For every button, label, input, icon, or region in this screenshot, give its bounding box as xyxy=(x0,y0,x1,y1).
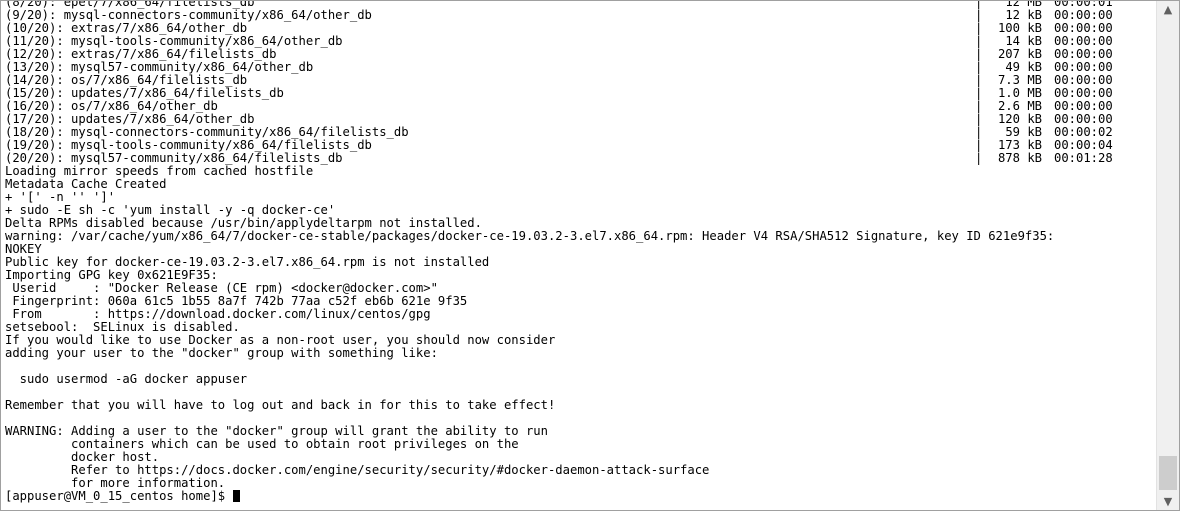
output-line: containers which can be used to obtain r… xyxy=(5,437,519,451)
chevron-down-icon: ▼ xyxy=(1163,495,1173,508)
output-line: Loading mirror speeds from cached hostfi… xyxy=(5,164,314,178)
terminal-output[interactable]: (8/20): epel/7/x86_64/filelists_db | 12 MB… xyxy=(5,1,1155,510)
prompt-line[interactable]: [appuser@VM_0_15_centos home]$ xyxy=(5,490,1155,503)
output-line: warning: /var/cache/yum/x86_64/7/docker-… xyxy=(5,229,1055,243)
column-separator: | xyxy=(975,151,983,165)
scroll-down-button[interactable]: ▼ xyxy=(1157,493,1179,510)
output-line: adding your user to the "docker" group w… xyxy=(5,346,438,360)
output-line: sudo usermod -aG docker appuser xyxy=(5,372,248,386)
scrollbar-thumb[interactable] xyxy=(1159,456,1177,490)
text-cursor xyxy=(233,490,241,502)
output-line: Remember that you will have to log out a… xyxy=(5,398,556,412)
vertical-scrollbar[interactable]: ▲ ▼ xyxy=(1156,1,1179,510)
terminal-window[interactable]: (8/20): epel/7/x86_64/filelists_db | 12 MB… xyxy=(0,0,1180,511)
shell-prompt: [appuser@VM_0_15_centos home]$ xyxy=(5,489,233,503)
output-line: Metadata Cache Created xyxy=(5,177,167,191)
download-size: 878 kB xyxy=(997,151,1042,165)
scroll-up-button[interactable]: ▲ xyxy=(1157,1,1179,18)
chevron-up-icon: ▲ xyxy=(1163,3,1173,16)
download-time: 00:01:28 xyxy=(1054,151,1113,165)
